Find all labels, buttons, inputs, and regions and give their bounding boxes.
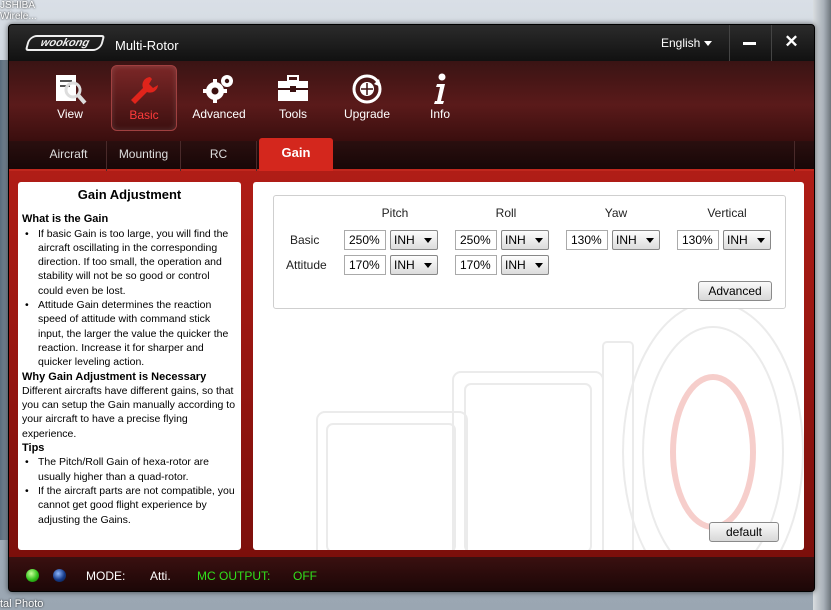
main-toolbar: View Basic Advanced Tools Upgrade Info [9,61,814,141]
toolbar-view[interactable]: View [37,65,103,131]
toolbar-info[interactable]: Info [407,65,473,131]
info-icon [407,65,473,105]
column-header-roll: Roll [495,206,517,220]
basic-yaw-input[interactable]: 130% [566,230,608,250]
controller-watermark-image [316,302,804,550]
help-list-item: If the aircraft parts are not compatible… [22,484,237,527]
toolbar-advanced[interactable]: Advanced [186,65,252,131]
help-list: The Pitch/Roll Gain of hexa-rotor are us… [22,455,237,526]
app-title: Multi-Rotor [115,38,179,53]
mc-output-value: OFF [293,569,317,583]
advanced-button[interactable]: Advanced [698,281,772,301]
toolbar-view-label: View [57,107,83,121]
close-button[interactable]: ✕ [771,25,811,61]
minimize-button[interactable] [729,25,769,61]
column-header-pitch: Pitch [381,206,409,220]
select-value: INH [727,233,748,247]
select-value: INH [616,233,637,247]
mode-label: MODE: [86,569,126,583]
basic-roll-mode-select[interactable]: INH [501,230,549,250]
help-paragraph: Different aircrafts have different gains… [22,384,236,440]
desktop-right-edge [813,0,831,610]
default-button[interactable]: default [709,522,779,542]
chevron-down-icon [704,41,713,46]
attitude-roll-mode-select[interactable]: INH [501,255,549,275]
toolbar-tools[interactable]: Tools [260,65,326,131]
help-section-heading: Tips [22,442,45,455]
help-list-item: If basic Gain is too large, you will fin… [22,227,237,298]
help-section-heading: What is the Gain [22,213,109,226]
basic-vertical-input[interactable]: 130% [677,230,719,250]
help-panel: Gain Adjustment What is the Gain If basi… [18,182,241,550]
basic-yaw-mode-select[interactable]: INH [612,230,660,250]
attitude-roll-input[interactable]: 170% [455,255,497,275]
chevron-down-icon [424,263,432,268]
chevron-down-icon [535,238,543,243]
toolbar-advanced-label: Advanced [192,107,246,121]
column-header-vertical: Vertical [707,206,747,220]
toolbar-upgrade[interactable]: Upgrade [334,65,400,131]
toolbar-info-label: Info [429,107,450,121]
row-header-attitude: Attitude [286,258,327,272]
mc-output-label: MC OUTPUT: [197,569,271,583]
help-list: If basic Gain is too large, you will fin… [22,227,237,370]
desktop-icon-caption-bottom: tal Photo [0,598,44,610]
desktop-icon-caption: JSHIBA Wirele... [0,0,37,22]
select-value: INH [505,233,526,247]
brand-logo: wookong [24,35,106,51]
help-title: Gain Adjustment [77,187,182,202]
help-list-item: Attitude Gain determines the reaction sp… [22,298,237,369]
select-value: INH [394,258,415,272]
desktop-caption-line: Wirele... [0,11,37,22]
upgrade-globe-icon [334,65,400,105]
mode-value: Atti. [150,569,171,583]
attitude-pitch-input[interactable]: 170% [344,255,386,275]
row-header-basic: Basic [290,233,320,247]
basic-pitch-mode-select[interactable]: INH [390,230,438,250]
basic-vertical-mode-select[interactable]: INH [723,230,771,250]
toolbar-basic[interactable]: Basic [111,65,177,131]
basic-roll-input[interactable]: 250% [455,230,497,250]
tab-mounting[interactable]: Mounting [107,141,181,171]
basic-pitch-input[interactable]: 250% [344,230,386,250]
chevron-down-icon [757,238,765,243]
select-value: INH [394,233,415,247]
language-select[interactable]: English [661,36,713,50]
desktop-caption-line: JSHIBA [0,0,36,11]
view-magnifier-icon [37,65,103,105]
chevron-down-icon [424,238,432,243]
column-header-yaw: Yaw [604,206,628,220]
title-bar: wookong Multi-Rotor English ✕ [9,25,814,61]
tab-bar-divider [794,141,795,171]
connection-led-icon [26,569,39,582]
tab-rc[interactable]: RC [181,141,257,171]
status-led-icon [53,569,66,582]
attitude-pitch-mode-select[interactable]: INH [390,255,438,275]
help-list-item: The Pitch/Roll Gain of hexa-rotor are us… [22,455,237,484]
chevron-down-icon [535,263,543,268]
toolbar-upgrade-label: Upgrade [343,107,391,121]
chevron-down-icon [646,238,654,243]
gain-settings-box: Pitch Roll Yaw Vertical Basic Attitude 2… [273,195,786,309]
app-window: wookong Multi-Rotor English ✕ View Basic… [8,24,815,592]
gears-icon [186,65,252,105]
close-icon: ✕ [784,32,799,51]
toolbar-basic-label: Basic [129,108,159,122]
sub-tab-bar: Aircraft Mounting RC Gain [9,138,814,171]
gain-panel: Pitch Roll Yaw Vertical Basic Attitude 2… [253,182,804,550]
tab-aircraft[interactable]: Aircraft [31,141,107,171]
toolbox-icon [260,65,326,105]
select-value: INH [505,258,526,272]
status-bar: MODE: Atti. MC OUTPUT: OFF [9,557,814,591]
content-area: Gain Adjustment What is the Gain If basi… [9,171,814,557]
toolbar-tools-label: Tools [278,107,307,121]
minimize-icon [743,41,756,45]
help-section-heading: Why Gain Adjustment is Necessary [22,370,207,383]
wrench-icon [112,66,176,106]
tab-gain[interactable]: Gain [259,138,333,171]
language-label: English [661,36,701,50]
